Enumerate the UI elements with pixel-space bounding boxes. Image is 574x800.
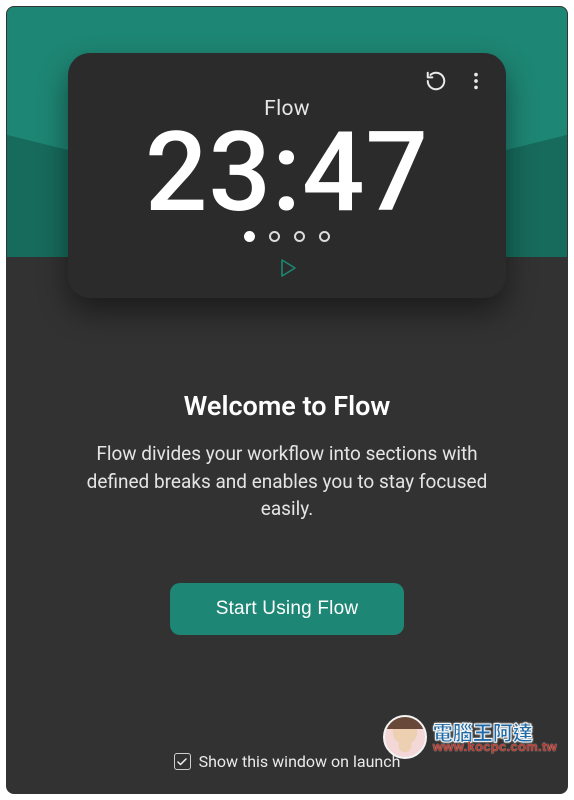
more-icon[interactable] xyxy=(464,69,488,93)
timer-card: Flow 23:47 xyxy=(68,53,506,298)
timer-card-actions xyxy=(424,69,488,93)
timer-time: 23:47 xyxy=(90,117,484,229)
start-using-flow-button[interactable]: Start Using Flow xyxy=(170,583,405,635)
play-icon[interactable] xyxy=(275,256,299,280)
reset-icon[interactable] xyxy=(424,69,448,93)
session-dot xyxy=(244,231,255,242)
session-dot xyxy=(294,231,305,242)
show-on-launch-label: Show this window on launch xyxy=(199,752,401,771)
welcome-panel: Flow 23:47 Welcome to Flow Flow divides … xyxy=(7,7,567,793)
session-dot xyxy=(269,231,280,242)
welcome-description: Flow divides your workflow into sections… xyxy=(77,440,497,523)
welcome-heading: Welcome to Flow xyxy=(184,390,391,422)
screenshot-frame: Flow 23:47 Welcome to Flow Flow divides … xyxy=(6,6,568,794)
show-on-launch-checkbox[interactable] xyxy=(174,753,191,770)
show-on-launch-row[interactable]: Show this window on launch xyxy=(174,752,401,775)
session-dot xyxy=(319,231,330,242)
